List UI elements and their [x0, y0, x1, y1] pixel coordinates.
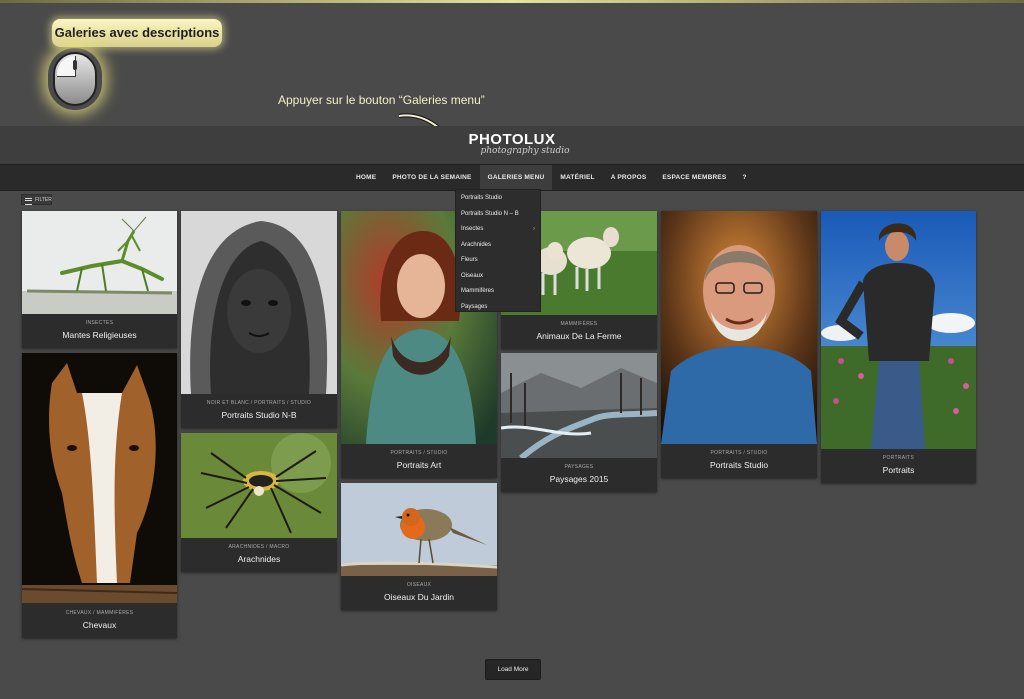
- card-title: Portraits Art: [396, 460, 442, 470]
- nav-home[interactable]: HOME: [348, 165, 384, 190]
- dropdown-item[interactable]: Insectes ›: [456, 222, 540, 238]
- card-caption: INSECTES Mantes Religieuses: [22, 320, 177, 340]
- card-caption: MAMMIFÈRES Animaux De La Ferme: [501, 321, 657, 341]
- mantis-photo: [22, 211, 177, 314]
- dropdown-item[interactable]: Paysages: [456, 300, 540, 316]
- annotation-instruction: Appuyer sur le bouton “Galeries menu”: [278, 93, 485, 107]
- gallery-card-arachnides[interactable]: ARACHNIDES / MACRO Arachnides: [181, 433, 337, 572]
- nav-photo-semaine[interactable]: PHOTO DE LA SEMAINE: [384, 165, 479, 190]
- filter-label: FILTER: [35, 197, 52, 203]
- top-accent-line: [0, 0, 1024, 3]
- card-title: Animaux De La Ferme: [536, 331, 622, 341]
- card-title: Portraits: [882, 465, 915, 475]
- bw-portrait-photo: [181, 211, 337, 394]
- gallery-card-mantes[interactable]: INSECTES Mantes Religieuses: [22, 211, 177, 348]
- gallery-card-chevaux[interactable]: CHEVAUX / MAMMIFÈRES Chevaux: [22, 353, 177, 638]
- dropdown-item[interactable]: Mammifères: [456, 284, 540, 300]
- gallery-card-paysages[interactable]: PAYSAGES Paysages 2015: [501, 353, 657, 492]
- card-category: PORTRAITS / STUDIO: [390, 450, 448, 456]
- landscape-photo: [501, 353, 657, 458]
- card-category: ARACHNIDES / MACRO: [228, 544, 290, 550]
- card-category: OISEAUX: [406, 582, 432, 588]
- card-caption: PAYSAGES Paysages 2015: [501, 464, 657, 484]
- horse-photo: [22, 353, 177, 603]
- load-more-button[interactable]: Load More: [485, 659, 541, 680]
- annotation-badge: Galeries avec descriptions: [52, 19, 222, 47]
- filter-button[interactable]: FILTER: [21, 194, 52, 205]
- card-caption: PORTRAITS Portraits: [821, 455, 976, 475]
- card-category: PAYSAGES: [564, 464, 594, 470]
- card-category: PORTRAITS: [882, 455, 915, 461]
- card-caption: PORTRAITS / STUDIO Portraits Art: [341, 450, 497, 470]
- card-title: Portraits Studio N-B: [221, 410, 297, 420]
- nav-a-propos[interactable]: A PROPOS: [603, 165, 655, 190]
- card-caption: NOIR ET BLANC / PORTRAITS / STUDIO Portr…: [181, 400, 337, 420]
- chevron-right-icon: ›: [533, 226, 535, 232]
- nav-espace-membres[interactable]: ESPACE MEMBRES: [654, 165, 734, 190]
- card-category: MAMMIFÈRES: [560, 321, 598, 327]
- card-category: NOIR ET BLANC / PORTRAITS / STUDIO: [206, 400, 312, 406]
- card-category: CHEVAUX / MAMMIFÈRES: [65, 610, 134, 616]
- main-nav: HOME PHOTO DE LA SEMAINE GALERIES MENU M…: [0, 164, 1024, 191]
- card-caption: OISEAUX Oiseaux Du Jardin: [341, 582, 497, 602]
- card-title: Paysages 2015: [549, 474, 609, 484]
- dropdown-item[interactable]: Fleurs: [456, 253, 540, 269]
- gallery-card-portraits[interactable]: PORTRAITS Portraits: [821, 211, 976, 483]
- nav-materiel[interactable]: MATÉRIEL: [552, 165, 602, 190]
- card-title: Portraits Studio: [709, 460, 769, 470]
- mouse-icon: [53, 52, 97, 106]
- menu-icon: [25, 198, 32, 205]
- card-category: INSECTES: [85, 320, 114, 326]
- robin-photo: [341, 483, 497, 576]
- card-title: Chevaux: [82, 620, 117, 630]
- nav-galeries-menu[interactable]: GALERIES MENU: [479, 165, 553, 190]
- card-title: Oiseaux Du Jardin: [384, 592, 454, 602]
- site-header: PHOTOLUX photography studio: [0, 126, 1024, 165]
- card-caption: ARACHNIDES / MACRO Arachnides: [181, 544, 337, 564]
- card-caption: PORTRAITS / STUDIO Portraits Studio: [661, 450, 817, 470]
- gallery-card-oiseaux[interactable]: OISEAUX Oiseaux Du Jardin: [341, 483, 497, 610]
- dropdown-item[interactable]: Portraits Studio: [456, 191, 540, 207]
- gallery-card-portraits-studio[interactable]: PORTRAITS / STUDIO Portraits Studio: [661, 211, 817, 478]
- card-caption: CHEVAUX / MAMMIFÈRES Chevaux: [22, 610, 177, 630]
- gallery-card-portraits-nb[interactable]: NOIR ET BLANC / PORTRAITS / STUDIO Portr…: [181, 211, 337, 428]
- spider-photo: [181, 433, 337, 538]
- studio-portrait-photo: [661, 211, 817, 444]
- nav-help[interactable]: ?: [734, 165, 754, 190]
- dropdown-item[interactable]: Portraits Studio N – B: [456, 207, 540, 223]
- dropdown-item[interactable]: Arachnides: [456, 238, 540, 254]
- card-title: Arachnides: [237, 554, 281, 564]
- dropdown-item[interactable]: Oiseaux: [456, 269, 540, 285]
- outdoor-portrait-photo: [821, 211, 976, 449]
- card-category: PORTRAITS / STUDIO: [710, 450, 768, 456]
- site-logo-subtitle: photography studio: [480, 146, 570, 156]
- galeries-dropdown: Portraits Studio Portraits Studio N – B …: [455, 189, 541, 312]
- card-title: Mantes Religieuses: [62, 330, 137, 340]
